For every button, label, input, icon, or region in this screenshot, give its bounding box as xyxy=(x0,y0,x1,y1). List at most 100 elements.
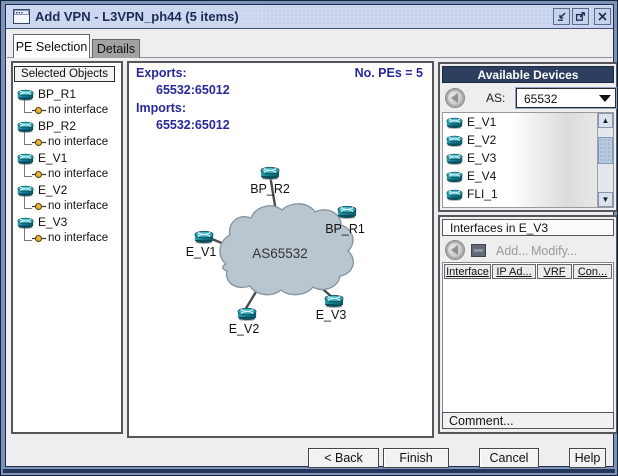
back-button[interactable]: < Back xyxy=(308,448,379,468)
device-list-scrollbar[interactable]: ▲ ▼ xyxy=(597,113,613,207)
as-combobox-value: 65532 xyxy=(524,92,558,106)
node-label: E_V3 xyxy=(316,308,347,322)
device-list-rows: E_V1 E_V2 E_V3 E_V4 FLI_1 xyxy=(443,113,597,207)
list-item-label: FLI_1 xyxy=(467,187,498,201)
node-label: BP_R2 xyxy=(250,182,290,196)
tree-branch xyxy=(24,164,32,177)
list-item-label: E_V2 xyxy=(467,133,497,147)
interfaces-panel: Interfaces in E_V3 Add... Modify... Inte… xyxy=(438,215,617,434)
tab-details[interactable]: Details xyxy=(92,39,140,58)
tree-child-label: no interface xyxy=(48,136,109,148)
column-header-connection[interactable]: Con... xyxy=(573,264,612,279)
window-title: Add VPN - L3VPN_ph44 (5 items) xyxy=(35,9,239,24)
node-router-bp-r2[interactable] xyxy=(260,166,280,180)
tree-child-no-interface[interactable]: no interface xyxy=(15,100,120,118)
add-vpn-dialog: Add VPN - L3VPN_ph44 (5 items) PE Select… xyxy=(0,0,618,476)
list-item-e-v3[interactable]: E_V3 xyxy=(443,149,597,167)
node-router-e-v1[interactable] xyxy=(194,230,214,244)
column-header-ip-address[interactable]: IP Ad... xyxy=(492,264,536,279)
as-combobox[interactable]: 65532 xyxy=(516,88,616,108)
tree-child-label: no interface xyxy=(48,200,109,212)
list-item-label: E_V4 xyxy=(467,169,497,183)
router-icon xyxy=(17,153,34,165)
tree-child-label: no interface xyxy=(48,232,109,244)
device-list: E_V1 E_V2 E_V3 E_V4 FLI_1 ▲ ▼ xyxy=(442,112,614,208)
tree-child-label: no interface xyxy=(48,104,109,116)
router-icon xyxy=(17,121,34,133)
connector-icon xyxy=(32,234,46,242)
tree-child-label: no interface xyxy=(48,168,109,180)
router-icon xyxy=(446,153,463,165)
finish-button[interactable]: Finish xyxy=(383,448,449,468)
list-item-fli-1[interactable]: FLI_1 xyxy=(443,185,597,203)
dialog-inner: Add VPN - L3VPN_ph44 (5 items) PE Select… xyxy=(5,4,617,468)
interfaces-table: Interface IP Ad... VRF Con... xyxy=(442,262,614,413)
tree-branch xyxy=(24,132,32,145)
close-icon[interactable] xyxy=(594,8,611,25)
available-devices-header: Available Devices xyxy=(442,66,614,83)
window-icon xyxy=(13,9,30,24)
list-item-e-v4[interactable]: E_V4 xyxy=(443,167,597,185)
tree-branch xyxy=(24,196,32,209)
column-header-vrf[interactable]: VRF xyxy=(537,264,572,279)
imports-label: Imports: xyxy=(136,101,186,115)
collapse-left-button[interactable] xyxy=(445,240,465,260)
tree-item-label: BP_R2 xyxy=(38,119,77,133)
list-item-e-v1[interactable]: E_V1 xyxy=(443,113,597,131)
column-header-interface[interactable]: Interface xyxy=(444,264,491,279)
help-button[interactable]: Help xyxy=(569,448,606,468)
selected-objects-panel: Selected Objects BP_R1 no interface BP_R… xyxy=(11,61,123,434)
connector-icon xyxy=(32,138,46,146)
minimize-button[interactable] xyxy=(553,8,570,25)
topology-panel: AS65532 BP_R2 BP_R1 E_V1 E_V2 E_V3 Expor… xyxy=(127,61,434,438)
node-router-bp-r1[interactable] xyxy=(337,205,357,219)
list-item-label: E_V3 xyxy=(467,151,497,165)
add-button[interactable]: Add... xyxy=(496,244,529,258)
node-label: E_V1 xyxy=(186,245,217,259)
collapse-left-button[interactable] xyxy=(445,88,465,108)
node-router-e-v3[interactable] xyxy=(324,294,344,308)
tree-child-no-interface[interactable]: no interface xyxy=(15,132,120,150)
node-router-e-v2[interactable] xyxy=(237,307,257,321)
scrollbar-thumb[interactable] xyxy=(598,137,613,164)
router-icon xyxy=(446,171,463,183)
connector-icon xyxy=(32,202,46,210)
tree-child-no-interface[interactable]: no interface xyxy=(15,228,120,246)
tree-child-no-interface[interactable]: no interface xyxy=(15,196,120,214)
list-item-partial[interactable] xyxy=(443,203,597,207)
tree-item-label: BP_R1 xyxy=(38,87,77,101)
cancel-button[interactable]: Cancel xyxy=(479,448,539,468)
tree-item-label: E_V1 xyxy=(38,151,68,165)
router-icon xyxy=(446,189,463,201)
scroll-down-icon[interactable]: ▼ xyxy=(598,192,613,207)
available-devices-panel: Available Devices AS: 65532 E_V1 E_V2 E_… xyxy=(438,62,617,212)
tree-child-no-interface[interactable]: no interface xyxy=(15,164,120,182)
router-icon xyxy=(17,217,34,229)
node-label: BP_R1 xyxy=(325,222,365,236)
tab-pe-selection[interactable]: PE Selection xyxy=(13,34,90,58)
router-icon xyxy=(17,89,34,101)
node-label: E_V2 xyxy=(229,322,260,336)
window-frame-band xyxy=(3,469,615,473)
tree-branch xyxy=(24,100,32,113)
imports-value: 65532:65012 xyxy=(156,118,230,132)
modify-button[interactable]: Modify... xyxy=(531,244,577,258)
selected-objects-tree: BP_R1 no interface BP_R2 no interface E_… xyxy=(15,86,120,246)
list-item-e-v2[interactable]: E_V2 xyxy=(443,131,597,149)
interfaces-table-header: Interface IP Ad... VRF Con... xyxy=(443,263,613,279)
as-cloud-label: AS65532 xyxy=(252,246,308,261)
chevron-down-icon xyxy=(599,95,611,102)
maximize-button[interactable] xyxy=(572,8,589,25)
router-icon xyxy=(446,117,463,129)
remove-interface-icon[interactable] xyxy=(471,244,486,257)
device-icon xyxy=(446,206,463,208)
list-item-label: E_V1 xyxy=(467,115,497,129)
selected-objects-header: Selected Objects xyxy=(14,66,115,82)
router-icon xyxy=(17,185,34,197)
comment-button[interactable]: Comment... xyxy=(442,412,614,429)
as-label: AS: xyxy=(486,91,506,105)
title-bar[interactable]: Add VPN - L3VPN_ph44 (5 items) xyxy=(6,5,613,29)
router-icon xyxy=(446,135,463,147)
scroll-up-icon[interactable]: ▲ xyxy=(598,113,613,128)
exports-label: Exports: xyxy=(136,66,187,80)
